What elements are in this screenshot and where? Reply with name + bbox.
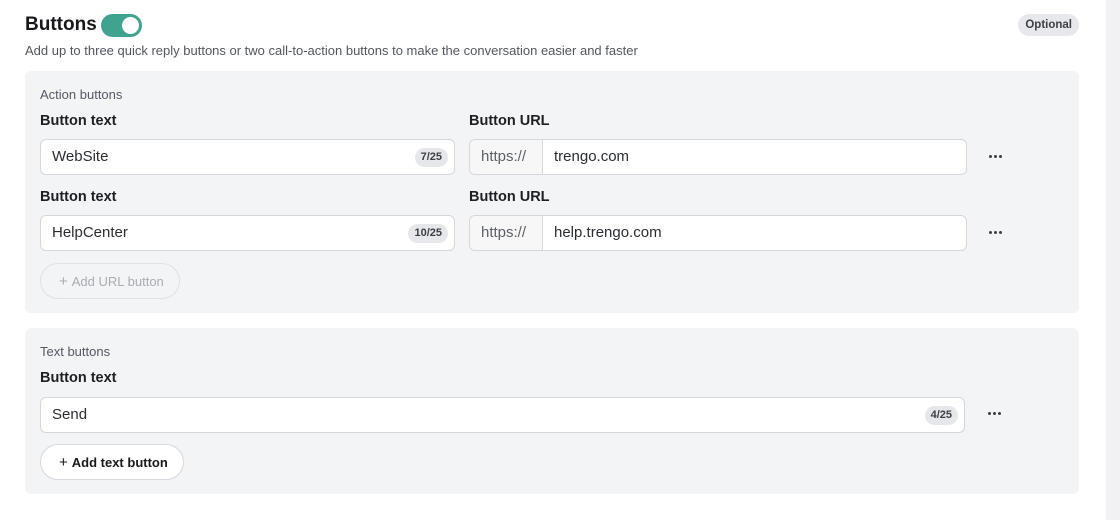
url-prefix: https:// <box>470 216 543 250</box>
input-value: Send <box>52 406 88 423</box>
char-counter: 7/25 <box>414 148 448 167</box>
action-button-url-input[interactable]: https:// help.trengo.com <box>469 215 967 251</box>
more-horizontal-icon[interactable] <box>983 222 1007 242</box>
section-header: Buttons Optional <box>25 12 1079 42</box>
section-title: Buttons <box>25 14 97 35</box>
more-horizontal-icon[interactable] <box>983 146 1007 166</box>
add-text-button-label: Add text button <box>71 454 168 470</box>
buttons-toggle[interactable] <box>101 14 142 37</box>
button-text-label: Button text <box>40 370 117 386</box>
text-buttons-panel: Text buttons Button text Send 4/25 + Add… <box>25 328 1079 494</box>
action-button-text-input[interactable]: HelpCenter 10/25 <box>40 215 455 251</box>
add-url-button-label: Add URL button <box>71 273 164 289</box>
add-text-button[interactable]: + Add text button <box>40 444 184 480</box>
text-buttons-label: Text buttons <box>40 344 111 359</box>
optional-badge: Optional <box>1018 14 1079 36</box>
url-prefix: https:// <box>470 140 543 174</box>
buttons-settings-page: Buttons Optional Add up to three quick r… <box>0 0 1120 520</box>
button-text-label: Button text <box>40 189 117 205</box>
button-url-label: Button URL <box>469 113 550 129</box>
scrollbar[interactable] <box>1106 0 1120 520</box>
action-buttons-label: Action buttons <box>40 87 123 102</box>
url-value: help.trengo.com <box>554 224 662 241</box>
char-counter: 4/25 <box>924 406 958 425</box>
section-description: Add up to three quick reply buttons or t… <box>25 43 638 58</box>
input-value: HelpCenter <box>52 224 128 241</box>
button-text-label: Button text <box>40 113 117 129</box>
input-value: WebSite <box>52 148 109 165</box>
action-buttons-panel: Action buttons Button text Button URL We… <box>25 71 1079 313</box>
button-url-label: Button URL <box>469 189 550 205</box>
add-url-button[interactable]: + Add URL button <box>40 263 180 299</box>
plus-icon: + <box>59 453 68 471</box>
toggle-knob <box>122 17 139 34</box>
url-value: trengo.com <box>554 148 630 165</box>
more-horizontal-icon[interactable] <box>982 403 1006 423</box>
action-button-url-input[interactable]: https:// trengo.com <box>469 139 967 175</box>
char-counter: 10/25 <box>408 224 448 243</box>
plus-icon: + <box>59 272 68 290</box>
text-button-input[interactable]: Send 4/25 <box>40 397 965 433</box>
action-button-text-input[interactable]: WebSite 7/25 <box>40 139 455 175</box>
